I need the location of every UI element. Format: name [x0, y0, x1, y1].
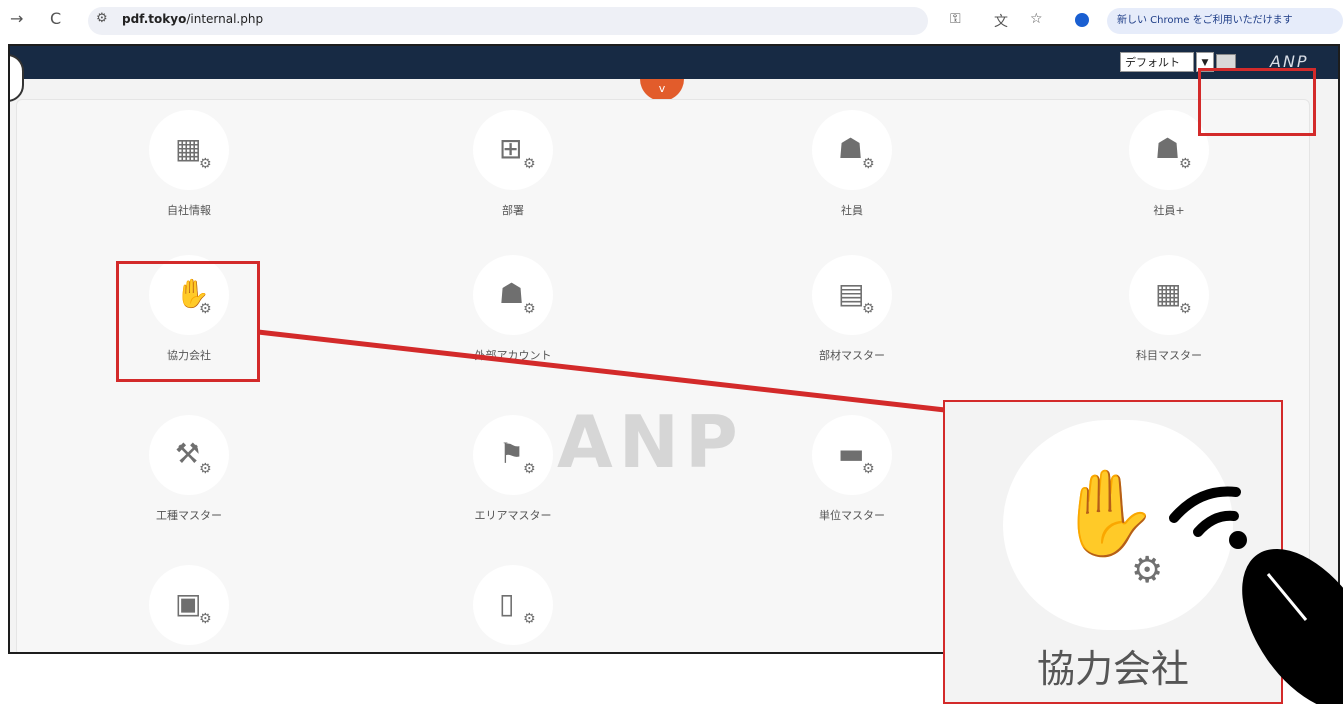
click-wave-inner — [1193, 510, 1239, 537]
click-cursor-illustration — [1169, 486, 1343, 704]
mouse-icon — [1242, 548, 1343, 704]
handshake-icon: ✋ — [1055, 464, 1160, 562]
connector-line — [257, 329, 946, 413]
gear-icon: ⚙ — [1131, 550, 1164, 591]
click-dot — [1229, 531, 1247, 549]
